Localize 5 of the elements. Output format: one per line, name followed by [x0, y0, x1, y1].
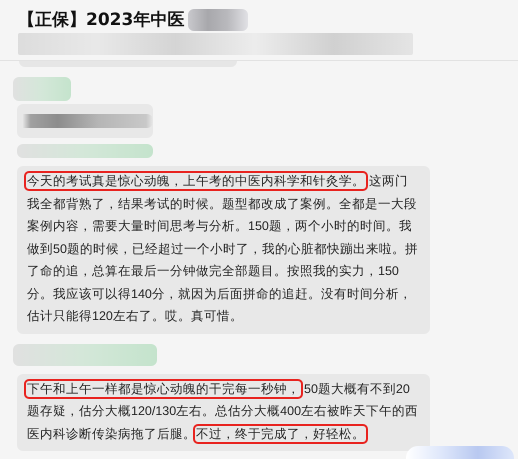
message-bubble: 下午和上午一样都是惊心动魄的干完每一秒钟， 50题大概有不到20题存疑，估分大概120/130左右。总估分大概400左右被昨天下午的西医内科诊断传染病拖了后腿。不过，终于完成了，好轻松。	[17, 374, 430, 451]
message-bubble: 今天的考试真是惊心动魄，上午考的中医内科学和针灸学。 这两门我全都背熟了，结果考试的时候。题型都改成了案例。全都是一大段案例内容，需要大量时间思考与分析。150题，两个小时的时间。我做到50题的时候，已经超过一个小时了，我的心脏都快蹦出来啦。拼了命的追，总算在最后一分钟做完全部题目。按照我的实力，150分。我应该可以得140分，就因为后面拼命的追赶。没有时间分析，估计只能得120左右了。哎。真可惜。	[17, 166, 430, 334]
blurred-title	[188, 8, 248, 30]
chat-title: 【正保】2023年中医	[18, 9, 184, 31]
blurred-name	[13, 77, 71, 101]
